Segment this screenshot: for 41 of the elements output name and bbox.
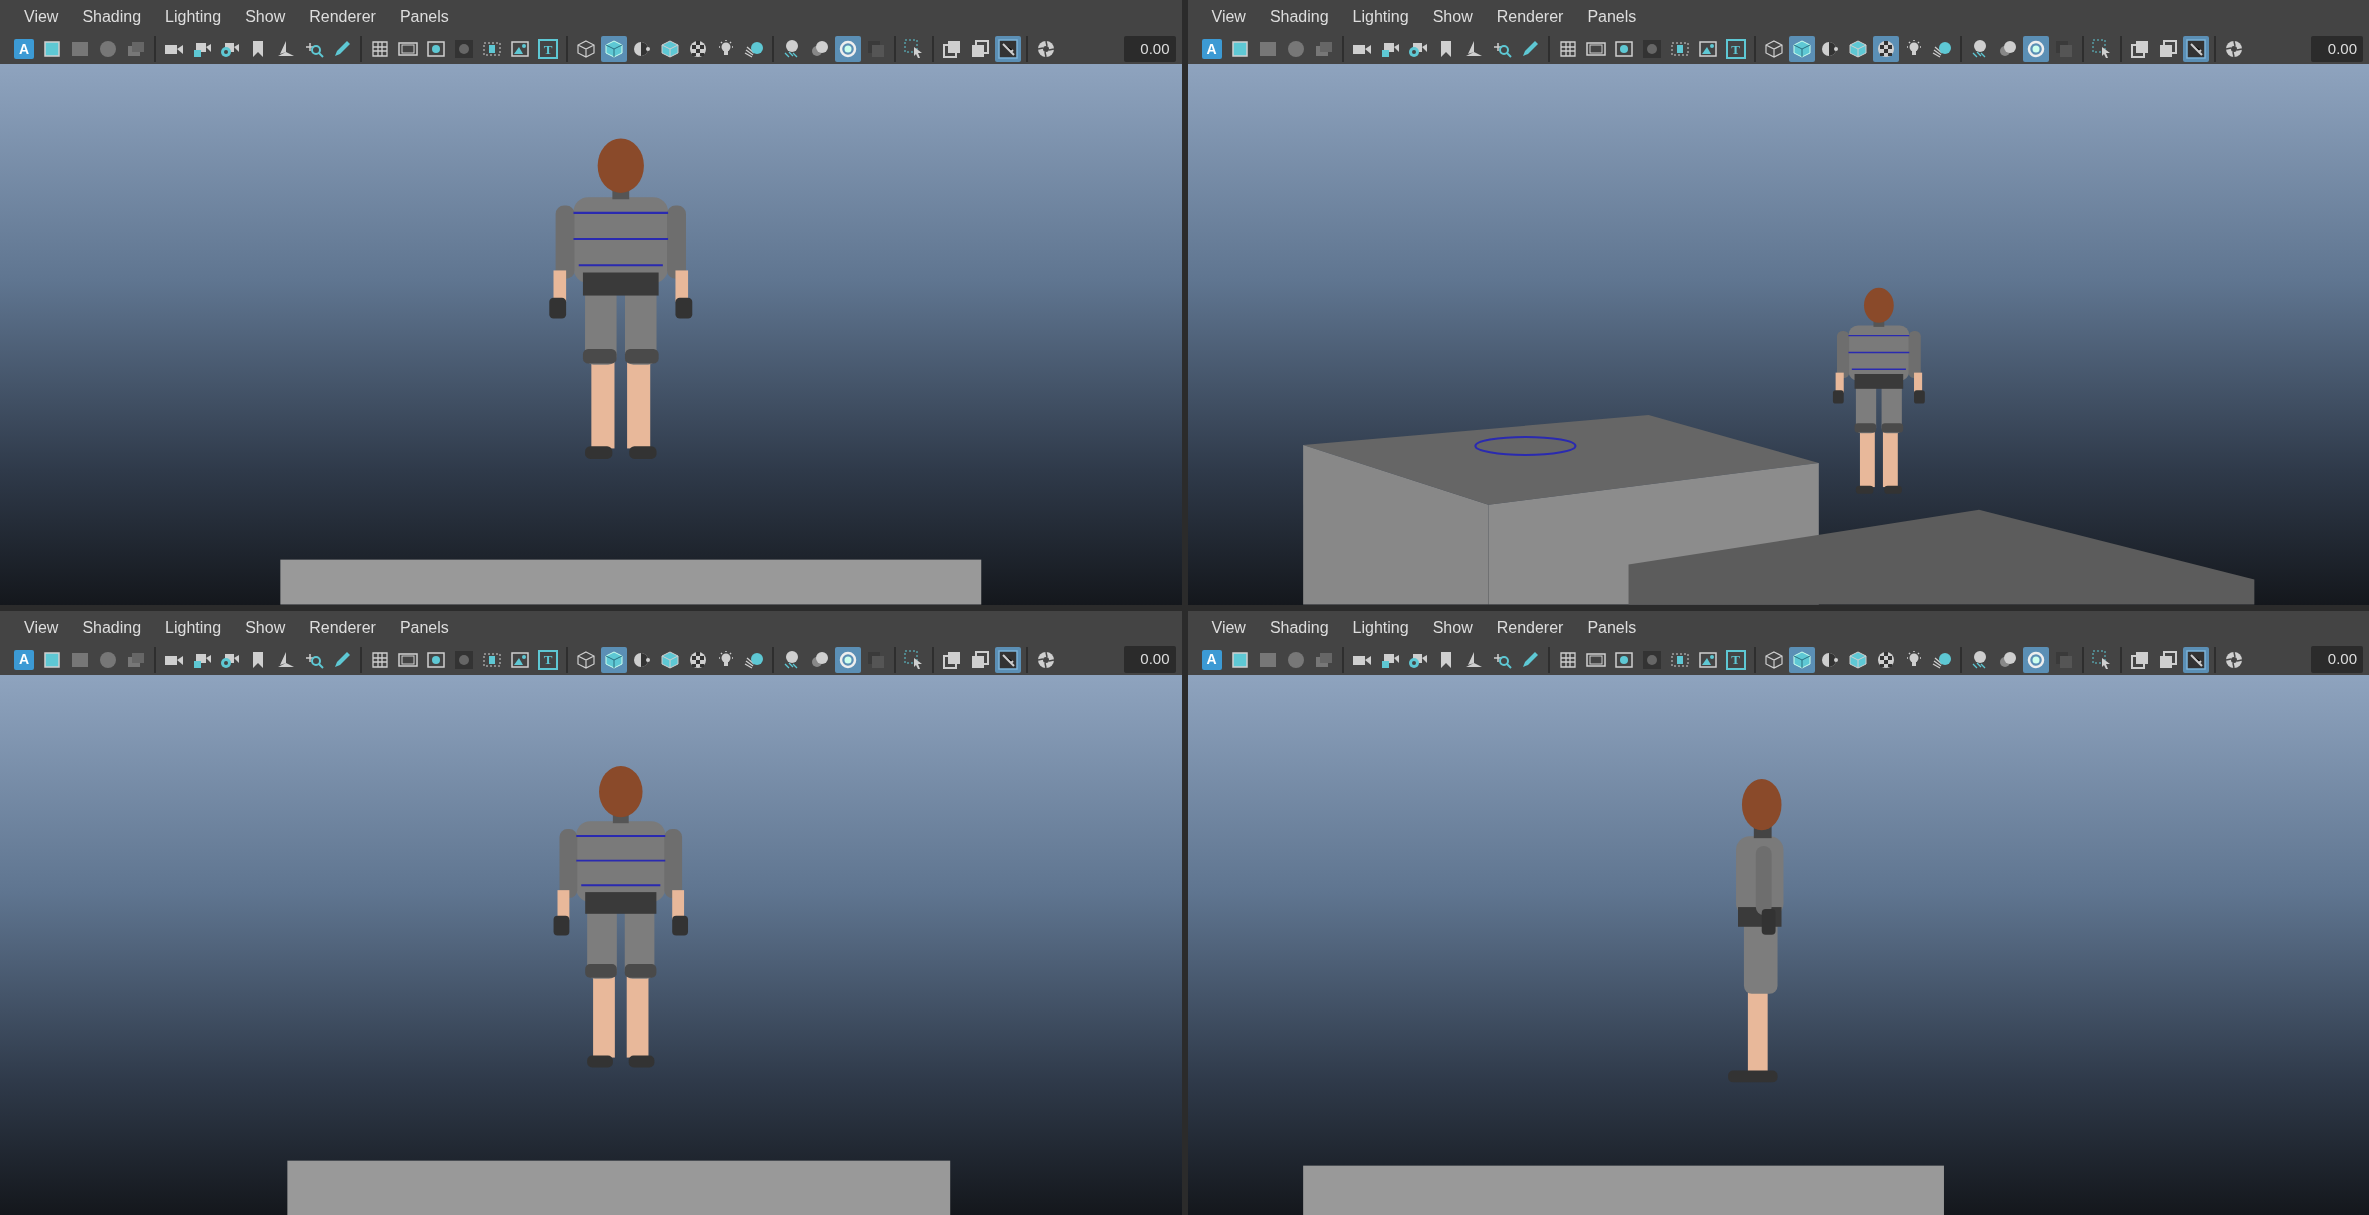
menu-item[interactable]: Renderer bbox=[297, 615, 388, 640]
menu-item[interactable]: Shading bbox=[70, 615, 154, 640]
menu-item[interactable]: View bbox=[1199, 615, 1258, 640]
menu-item[interactable]: Shading bbox=[70, 5, 154, 29]
menu-item[interactable]: Shading bbox=[1257, 5, 1341, 29]
pen-frame-icon[interactable] bbox=[2182, 646, 2209, 673]
menu-item[interactable]: Panels bbox=[387, 615, 461, 640]
viewport[interactable] bbox=[1187, 64, 2369, 605]
menu-item[interactable]: Renderer bbox=[1484, 615, 1576, 640]
menu-item[interactable]: Lighting bbox=[153, 5, 234, 29]
menu-item[interactable]: Panels bbox=[1575, 5, 1649, 29]
menu-item[interactable]: Lighting bbox=[153, 615, 234, 640]
menu-item[interactable]: Show bbox=[233, 5, 298, 29]
menu-item[interactable]: Panels bbox=[387, 5, 461, 29]
exposure-field[interactable]: 0.00 bbox=[2311, 35, 2363, 63]
pen-frame-icon[interactable] bbox=[995, 646, 1021, 673]
menu-item[interactable]: View bbox=[12, 615, 71, 640]
menu-item[interactable]: Shading bbox=[1257, 615, 1341, 640]
viewport[interactable] bbox=[0, 64, 1182, 605]
exposure-field[interactable]: 0.00 bbox=[2311, 646, 2363, 673]
solid-cube-icon[interactable] bbox=[601, 646, 627, 673]
pen-frame-icon[interactable] bbox=[2182, 36, 2209, 62]
menu-item[interactable]: Panels bbox=[1575, 615, 1649, 640]
menu-item[interactable]: Lighting bbox=[1340, 5, 1421, 29]
menu-item[interactable]: Renderer bbox=[297, 5, 388, 29]
solid-cube-icon[interactable] bbox=[1788, 646, 1815, 673]
solid-cube-icon[interactable] bbox=[1788, 36, 1815, 62]
menu-item[interactable]: View bbox=[1199, 5, 1258, 29]
checker-icon[interactable] bbox=[1872, 36, 1899, 62]
menu-item[interactable]: Show bbox=[233, 615, 298, 640]
menu-item[interactable]: Lighting bbox=[1340, 615, 1421, 640]
text-button[interactable]: T bbox=[535, 36, 561, 62]
menu-item[interactable]: Show bbox=[1420, 5, 1485, 29]
exposure-field[interactable]: 0.00 bbox=[1123, 35, 1176, 63]
menu-item[interactable]: View bbox=[12, 5, 71, 29]
menu-item[interactable]: Renderer bbox=[1484, 5, 1576, 29]
exposure-field[interactable]: 0.00 bbox=[1123, 646, 1176, 673]
pen-frame-icon[interactable] bbox=[995, 36, 1021, 62]
viewport[interactable] bbox=[0, 674, 1182, 1215]
viewport[interactable] bbox=[1187, 674, 2369, 1215]
menu-item[interactable]: Show bbox=[1420, 615, 1485, 640]
